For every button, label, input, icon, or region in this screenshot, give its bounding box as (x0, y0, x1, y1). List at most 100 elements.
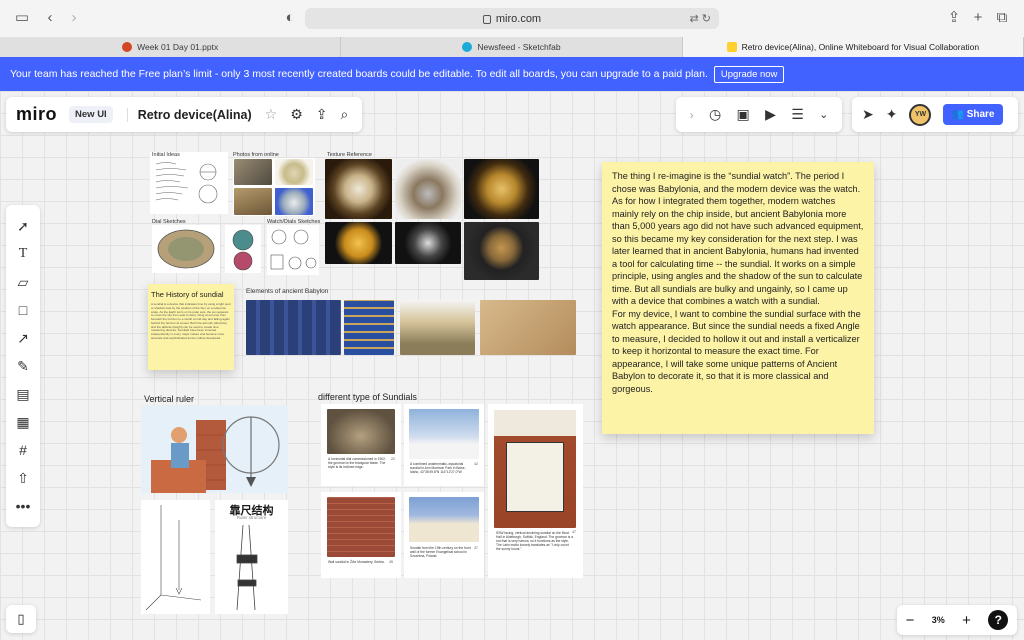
history-body: A sundial is a device that indicates tim… (151, 302, 231, 340)
tab-miro[interactable]: Retro device(Alina), Online Whiteboard f… (682, 37, 1024, 57)
connection-line-icon[interactable]: ↗ (12, 329, 34, 347)
sketchfab-icon (462, 42, 473, 52)
wall-dial-photo (327, 497, 395, 557)
zoom-level[interactable]: 3% (932, 615, 945, 625)
share-button[interactable]: 👥 Share (943, 104, 1003, 125)
sundial-caption: Sundial from the 19th century on the fro… (410, 546, 471, 559)
forward-icon[interactable]: › (64, 9, 84, 27)
cursor-reactions-icon[interactable]: ➤ (862, 106, 874, 123)
tab-label: Newsfeed - Sketchfab (477, 42, 561, 52)
photo-sundial-3 (234, 188, 272, 215)
sundial-card-2[interactable]: A combined analemmatic–equatorial sundia… (404, 404, 484, 486)
translate-reload-icons[interactable]: ⇄ ↻ (690, 12, 712, 25)
dial-face (506, 442, 564, 512)
card-icon[interactable]: ▣ (737, 106, 750, 123)
upgrade-button[interactable]: Upgrade now (713, 65, 785, 83)
globe-watch-image[interactable] (464, 159, 539, 219)
main-description-note[interactable]: The thing I re-imagine is the “sundial w… (602, 162, 874, 434)
star-icon[interactable]: ☆ (265, 106, 278, 123)
vertical-ruler-frame[interactable] (141, 405, 288, 493)
miro-logo[interactable]: miro (16, 104, 57, 125)
share-label: Share (966, 109, 995, 120)
dial-sketch-2[interactable] (225, 225, 261, 273)
sundial-card-3[interactable]: Wall sundial in Žiče Monastery, Serbia. … (321, 492, 401, 578)
sundial-number: 45 (389, 560, 393, 564)
pen-icon[interactable]: ✎ (12, 357, 34, 375)
back-icon[interactable]: ‹ (40, 9, 60, 27)
pocket-watch-image[interactable] (325, 159, 392, 219)
collaboration-toolbar: › ◷ ▣ ▶ ☰ ⌄ (676, 97, 842, 132)
leather-watch-image[interactable] (464, 222, 539, 280)
chevron-down-icon[interactable]: ⌄ (819, 108, 828, 121)
sundial-caption: SSW facing, vertical declining sundial o… (496, 531, 574, 552)
sundial-card-1[interactable]: A horizontal dial commissioned in 1902, … (321, 404, 401, 486)
select-icon[interactable]: ➚ (12, 217, 34, 235)
tab-sketchfab[interactable]: Newsfeed - Sketchfab (341, 37, 683, 57)
help-icon[interactable]: ? (988, 610, 1009, 630)
dial-sketch-1[interactable] (152, 225, 220, 273)
ruler-illustration (141, 405, 288, 493)
relief-carving-image[interactable] (480, 300, 576, 355)
new-ui-badge[interactable]: New UI (69, 106, 113, 123)
babylon-tiles-image[interactable] (344, 300, 394, 355)
tab-powerpoint[interactable]: Week 01 Day 01.pptx (0, 37, 342, 57)
presentation-icon[interactable]: ▶ (765, 106, 776, 123)
new-tab-icon[interactable]: + (968, 9, 988, 27)
upload-icon[interactable]: ⇧ (12, 469, 34, 487)
search-icon[interactable]: ⌕ (340, 106, 348, 123)
gold-dial-image[interactable] (325, 222, 392, 264)
shield-icon[interactable]: ◐ (280, 9, 300, 27)
zoom-out-icon[interactable]: − (906, 612, 915, 629)
shape-icon[interactable]: □ (12, 301, 34, 319)
ishtar-gate-image[interactable] (246, 300, 341, 355)
board-panel-toggle[interactable]: ▯ (6, 605, 36, 633)
hanging-gardens-image[interactable] (400, 300, 475, 355)
ruler-structure-frame[interactable]: 靠尺结构 Ruler structure (215, 500, 288, 614)
watch-sketches-frame[interactable] (267, 225, 319, 275)
text-icon[interactable]: T (12, 245, 34, 263)
dial-sketch-drawing (157, 229, 215, 269)
celebrate-icon[interactable]: ✦ (886, 106, 898, 123)
skeleton-watch-image[interactable] (395, 159, 461, 219)
sundial-card-5[interactable]: SSW facing, vertical declining sundial o… (488, 404, 583, 578)
avatar[interactable]: YW (909, 103, 932, 126)
photo-sundial-2 (275, 159, 313, 185)
chevron-right-icon[interactable]: › (690, 108, 694, 122)
photos-online-frame[interactable] (233, 158, 315, 216)
plan-limit-banner: Your team has reached the Free plan’s li… (0, 57, 1024, 91)
address-bar[interactable]: miro.com ⇄ ↻ (305, 8, 719, 29)
sundial-caption: A combined analemmatic–equatorial sundia… (410, 462, 466, 475)
ruler-diagram-frame[interactable] (141, 500, 210, 614)
sundial-caption: Wall sundial in Žiče Monastery, Serbia. (328, 560, 385, 564)
lock-icon (482, 15, 491, 24)
more-icon[interactable]: ••• (12, 497, 34, 515)
template-icon[interactable]: ▦ (12, 413, 34, 431)
handwritten-notes-image (155, 162, 218, 204)
main-note-text: The thing I re-imagine is the “sundial w… (612, 171, 864, 394)
watch-sketches-drawing (270, 229, 317, 270)
tab-overview-icon[interactable]: ⧉ (992, 9, 1012, 27)
miro-icon (726, 42, 737, 52)
initial-ideas-frame[interactable]: Initial Ideas (150, 152, 228, 214)
sundial-card-4[interactable]: Sundial from the 19th century on the fro… (404, 492, 484, 578)
export-icon[interactable]: ⇪ (316, 106, 328, 123)
comment-icon[interactable]: ▤ (12, 385, 34, 403)
timer-icon[interactable]: ◷ (709, 106, 721, 123)
banner-text: Your team has reached the Free plan’s li… (10, 68, 708, 80)
share-page-icon[interactable]: ⇪ (944, 9, 964, 27)
tab-strip: Week 01 Day 01.pptx Newsfeed - Sketchfab… (0, 37, 1024, 57)
board-title[interactable]: Retro device(Alina) (126, 107, 252, 122)
ruler-structure-drawing (236, 524, 258, 611)
sticky-note-icon[interactable]: ▱ (12, 273, 34, 291)
ruler-diagram (145, 505, 202, 611)
history-sticky-note[interactable]: The History of sundial A sundial is a de… (148, 284, 234, 370)
frame-icon[interactable]: # (12, 441, 34, 459)
sidebar-toggle-icon[interactable]: ▭ (12, 9, 32, 27)
babylon-title: Elements of ancient Babylon (246, 288, 329, 295)
notes-icon[interactable]: ☰ (791, 106, 804, 123)
sundial-number: 47 (572, 530, 576, 534)
black-watch-image[interactable] (395, 222, 461, 264)
school-dial-photo (409, 497, 479, 542)
settings-icon[interactable]: ⚙ (290, 106, 303, 123)
zoom-in-icon[interactable]: + (962, 612, 971, 629)
